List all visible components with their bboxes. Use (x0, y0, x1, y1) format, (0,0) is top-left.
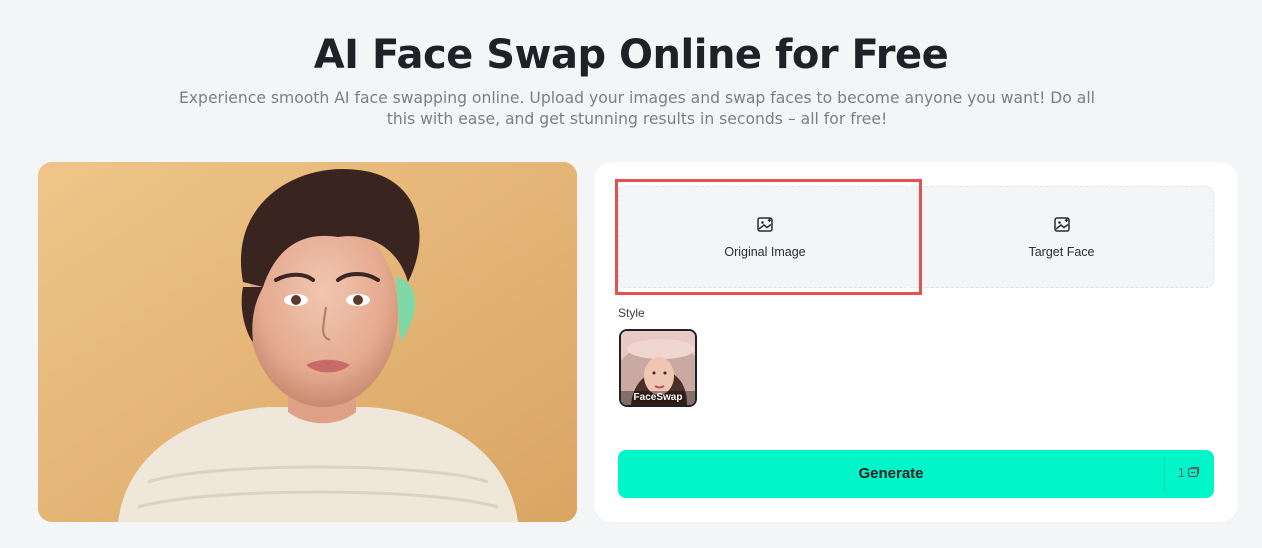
upload-target-face[interactable]: Target Face (910, 186, 1214, 288)
generate-label: Generate (858, 465, 924, 482)
upload-original-image[interactable]: Original Image (618, 186, 912, 288)
style-option-label: FaceSwap (633, 392, 683, 403)
image-upload-icon (1053, 217, 1070, 232)
image-upload-icon (757, 217, 773, 232)
style-option-faceswap[interactable]: FaceSwap (619, 329, 697, 407)
credit-cost: 1 (1178, 465, 1200, 480)
generate-button[interactable]: Generate 1 (618, 450, 1214, 498)
generate-divider (1164, 456, 1165, 492)
upload-target-label: Target Face (1028, 245, 1095, 259)
credit-icon (1187, 466, 1200, 478)
credit-count: 1 (1177, 465, 1185, 480)
preview-image (38, 162, 577, 522)
swap-panel: Original Image Target Face Style FaceSwa… (594, 162, 1238, 522)
page-title: AI Face Swap Online for Free (313, 32, 949, 78)
page-subtitle: Experience smooth AI face swapping onlin… (178, 89, 1096, 128)
upload-original-label: Original Image (724, 245, 806, 259)
style-label: Style (618, 306, 645, 320)
